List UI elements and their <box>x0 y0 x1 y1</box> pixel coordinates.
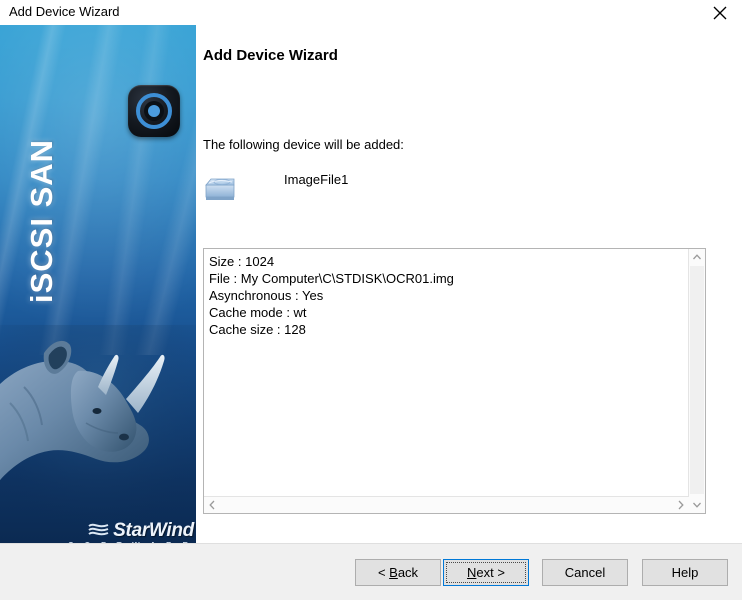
banner-vertical-title: iSCSI SAN <box>24 138 59 303</box>
back-button[interactable]: < Back <box>355 559 441 586</box>
horizontal-scrollbar[interactable] <box>204 496 689 513</box>
wizard-banner: iSCSI SAN StarWind <box>0 25 196 543</box>
scroll-up-button[interactable] <box>689 249 705 266</box>
settings-text: Size : 1024 File : My Computer\C\STDISK\… <box>209 254 454 337</box>
wizard-footer: < Back Next > Cancel Help <box>0 543 742 600</box>
page-title: Add Device Wizard <box>203 47 338 64</box>
chevron-down-icon <box>689 496 705 513</box>
chevron-up-icon <box>689 249 705 266</box>
hard-disk-icon <box>203 171 237 205</box>
rhinoceros-illustration <box>0 325 196 543</box>
wave-icon <box>88 521 110 540</box>
logo-center-dot <box>148 105 160 117</box>
title-bar: Add Device Wizard <box>0 0 742 25</box>
scroll-down-button[interactable] <box>689 496 705 513</box>
close-button[interactable] <box>697 0 742 25</box>
add-device-wizard-window: Add Device Wizard iSCSI SAN StarWind Add… <box>0 0 742 600</box>
chevron-left-icon <box>204 497 221 513</box>
scroll-left-button[interactable] <box>204 497 221 513</box>
window-title: Add Device Wizard <box>9 4 120 19</box>
starwind-target-logo-icon <box>128 85 180 137</box>
help-button[interactable]: Help <box>642 559 728 586</box>
starwind-brand: StarWind S O F T W A R E <box>64 521 194 543</box>
vertical-scroll-thumb[interactable] <box>690 266 704 494</box>
chevron-right-icon <box>672 497 689 513</box>
device-name-label: ImageFile1 <box>284 172 349 187</box>
help-button-label: Help <box>671 565 699 580</box>
brand-name-text: StarWind <box>113 520 194 541</box>
cancel-button[interactable]: Cancel <box>542 559 628 586</box>
brand-name-row: StarWind <box>64 521 194 540</box>
next-button-label: Next > <box>467 565 505 580</box>
settings-textarea[interactable]: Size : 1024 File : My Computer\C\STDISK\… <box>203 248 706 514</box>
cancel-button-label: Cancel <box>564 565 606 580</box>
scroll-right-button[interactable] <box>672 497 689 513</box>
back-button-label: < Back <box>377 565 419 580</box>
device-intro-label: The following device will be added: <box>203 137 404 152</box>
next-button[interactable]: Next > <box>443 559 529 586</box>
vertical-scrollbar[interactable] <box>688 249 705 513</box>
wizard-content: Add Device Wizard The following device w… <box>196 25 742 543</box>
